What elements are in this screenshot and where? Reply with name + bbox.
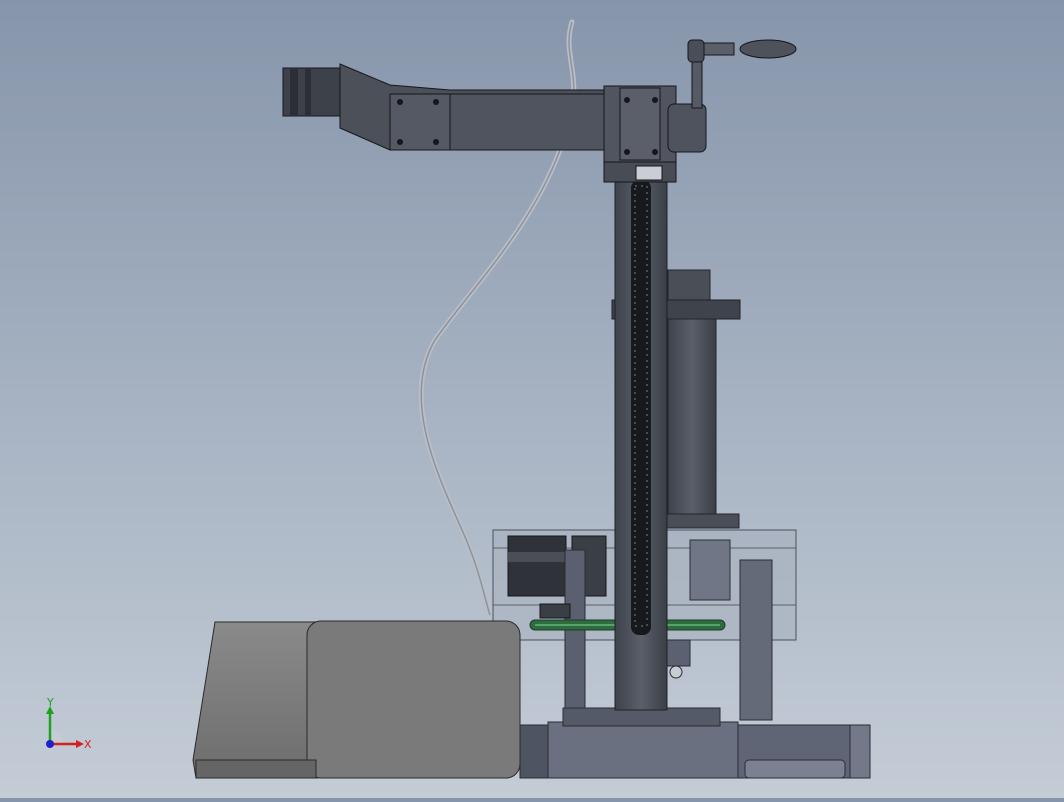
rack-column: [614, 179, 668, 711]
axis-triad: Y X: [38, 696, 98, 758]
x-axis-label: X: [84, 738, 92, 751]
hand-crank: [667, 39, 797, 153]
control-box: [192, 620, 521, 779]
robot-arm-model: [192, 19, 871, 779]
base-frame: [519, 707, 871, 779]
cad-viewport[interactable]: Y X: [0, 0, 1064, 798]
upper-arm: [339, 63, 677, 183]
z-axis-dot: [46, 740, 54, 748]
stepper-motor: [282, 67, 341, 117]
y-axis-label: Y: [46, 698, 54, 709]
